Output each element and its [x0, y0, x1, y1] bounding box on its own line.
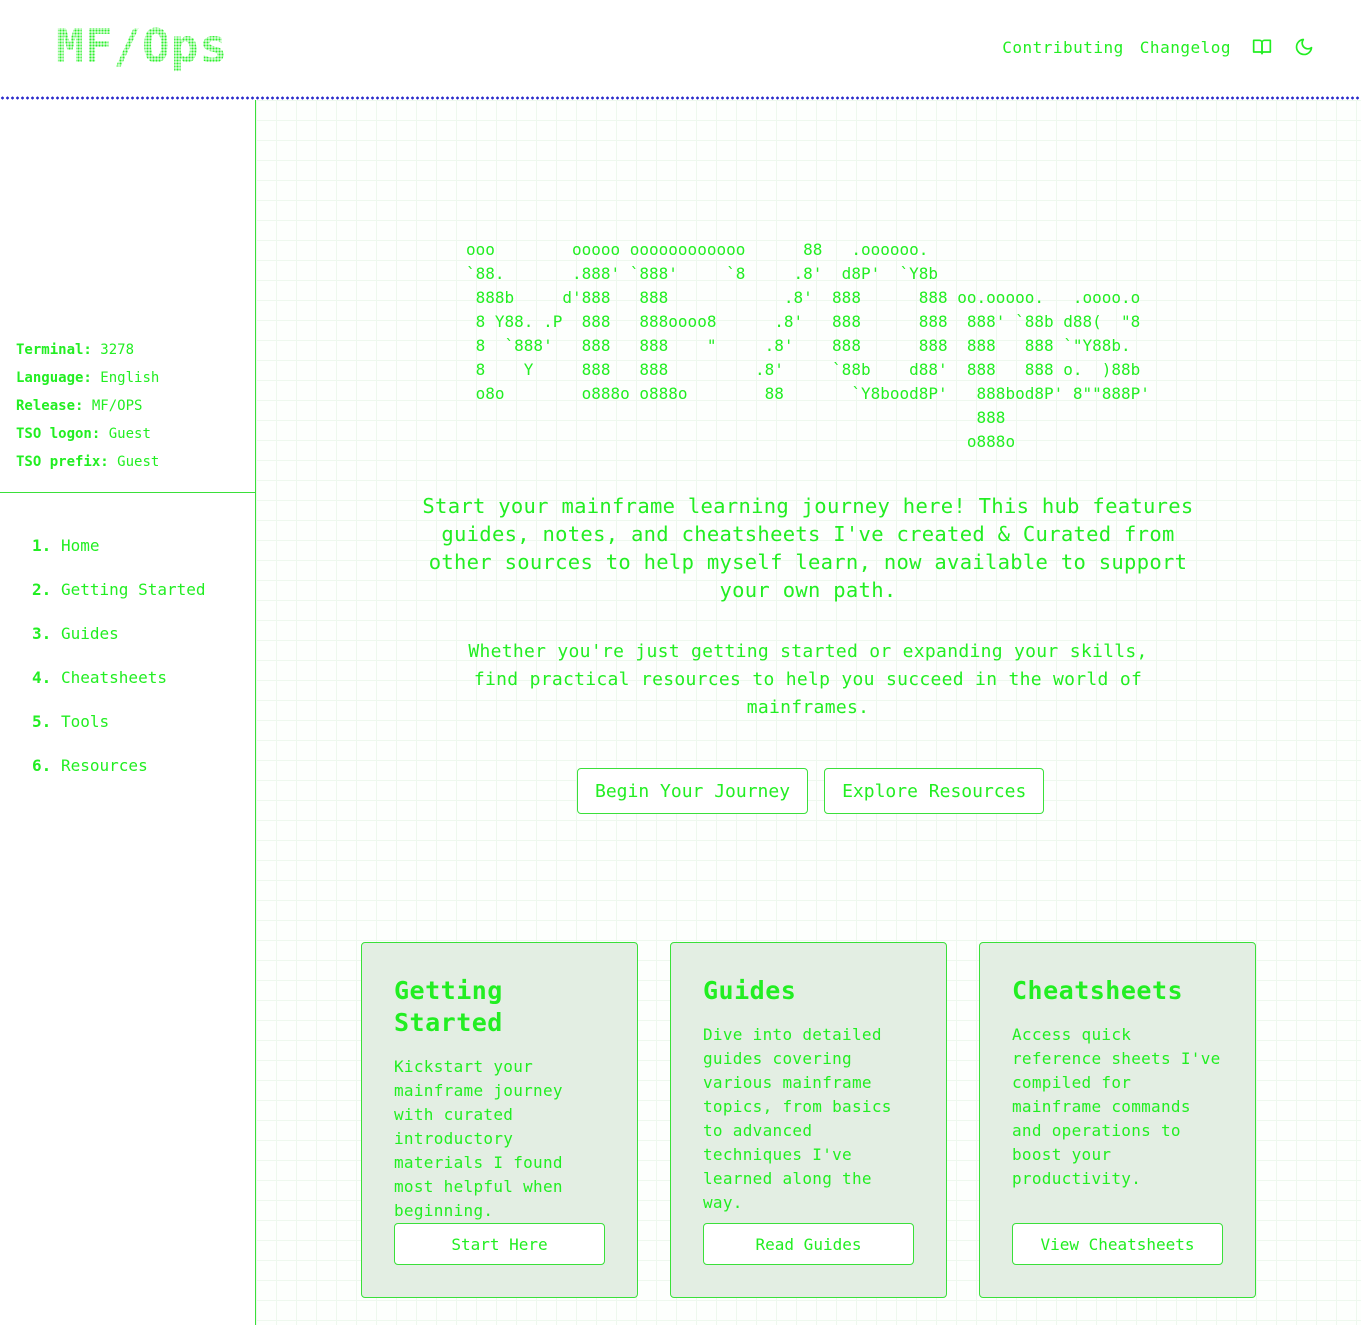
sidebar-item-number: 2.	[32, 580, 52, 599]
sidebar-item-label: Getting Started	[61, 580, 206, 599]
sysinfo-terminal: Terminal: 3278	[16, 336, 159, 364]
sidebar-item-resources[interactable]: 6. Resources	[32, 756, 206, 800]
sysinfo-key: Release:	[16, 398, 84, 414]
card-guides: Guides Dive into detailed guides coverin…	[670, 942, 947, 1298]
card-getting-started: Getting Started Kickstart your mainframe…	[361, 942, 638, 1298]
sysinfo-value: Guest	[117, 454, 160, 470]
read-guides-button[interactable]: Read Guides	[703, 1223, 914, 1265]
changelog-link[interactable]: Changelog	[1140, 38, 1231, 57]
card-body: Access quick reference sheets I've compi…	[1012, 1025, 1221, 1188]
card-body: Dive into detailed guides covering vario…	[703, 1025, 892, 1212]
start-here-button[interactable]: Start Here	[394, 1223, 605, 1265]
book-icon[interactable]	[1251, 36, 1273, 58]
sysinfo-tso-prefix: TSO prefix: Guest	[16, 448, 159, 476]
sysinfo-key: Language:	[16, 370, 92, 386]
sysinfo-tso-logon: TSO logon: Guest	[16, 420, 159, 448]
view-cheatsheets-button[interactable]: View Cheatsheets	[1012, 1223, 1223, 1265]
sysinfo-release: Release: MF/OPS	[16, 392, 159, 420]
sidebar-item-number: 5.	[32, 712, 52, 731]
sidebar-item-number: 6.	[32, 756, 52, 775]
sysinfo-value: English	[100, 370, 160, 386]
sidebar-item-number: 4.	[32, 668, 52, 687]
feature-cards: Getting Started Kickstart your mainframe…	[361, 942, 1256, 1298]
sidebar-item-tools[interactable]: 5. Tools	[32, 712, 206, 756]
sidebar-divider	[0, 492, 255, 493]
sysinfo-key: Terminal:	[16, 342, 92, 358]
ascii-banner: ooo ooooo oooooooooooo 88 .oooooo. `88. …	[466, 240, 1150, 451]
contributing-link[interactable]: Contributing	[1002, 38, 1124, 57]
card-cheatsheets: Cheatsheets Access quick reference sheet…	[979, 942, 1256, 1298]
sidebar-item-guides[interactable]: 3. Guides	[32, 624, 206, 668]
sysinfo-key: TSO logon:	[16, 426, 101, 442]
site-header: MF/Ops Contributing Changelog	[0, 0, 1361, 98]
hero-actions: Begin Your Journey Explore Resources	[577, 768, 1045, 814]
card-title: Guides	[703, 976, 797, 1005]
main-content: ooo ooooo oooooooooooo 88 .oooooo. `88. …	[256, 100, 1361, 1325]
sidebar-nav: 1. Home 2. Getting Started 3. Guides 4. Chea…	[32, 536, 206, 800]
site-logo[interactable]: MF/Ops	[56, 20, 228, 72]
sidebar-item-label: Guides	[61, 624, 119, 643]
begin-journey-button[interactable]: Begin Your Journey	[577, 768, 809, 814]
card-body: Kickstart your mainframe journey with cu…	[394, 1057, 563, 1220]
sidebar-item-label: Cheatsheets	[61, 668, 167, 687]
sidebar-item-label: Tools	[61, 712, 110, 731]
sidebar-item-home[interactable]: 1. Home	[32, 536, 206, 580]
sidebar-item-label: Home	[61, 536, 100, 555]
sysinfo-key: TSO prefix:	[16, 454, 109, 470]
top-nav: Contributing Changelog	[1002, 36, 1315, 58]
explore-resources-button[interactable]: Explore Resources	[824, 768, 1045, 814]
sysinfo-value: MF/OPS	[91, 398, 143, 414]
hero-intro: Start your mainframe learning journey he…	[422, 494, 1194, 602]
card-title: Getting Started	[394, 976, 503, 1037]
sidebar-item-label: Resources	[61, 756, 148, 775]
sidebar-item-getting-started[interactable]: 2. Getting Started	[32, 580, 206, 624]
sidebar-item-number: 3.	[32, 624, 52, 643]
moon-icon[interactable]	[1293, 36, 1315, 58]
system-info: Terminal: 3278 Language: English Release…	[16, 336, 159, 476]
sidebar-item-number: 1.	[32, 536, 52, 555]
hero-subintro: Whether you're just getting started or e…	[468, 641, 1148, 718]
sidebar: Terminal: 3278 Language: English Release…	[0, 100, 256, 1325]
card-title: Cheatsheets	[1012, 976, 1184, 1005]
sysinfo-language: Language: English	[16, 364, 159, 392]
sysinfo-value: Guest	[108, 426, 151, 442]
sidebar-item-cheatsheets[interactable]: 4. Cheatsheets	[32, 668, 206, 712]
sysinfo-value: 3278	[100, 342, 135, 358]
